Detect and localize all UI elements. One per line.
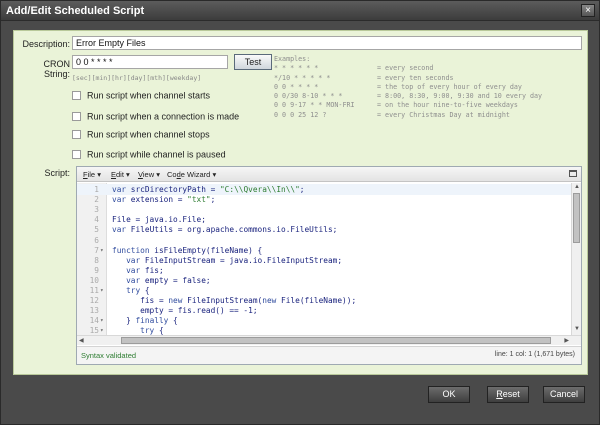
checkbox-label: Run script when a connection is made (87, 111, 240, 122)
horizontal-scrollbar[interactable]: ◀ ▶ (77, 335, 581, 345)
checkbox-label: Run script when channel stops (87, 129, 210, 140)
close-icon[interactable]: × (581, 4, 595, 17)
example-row: 0 0/30 8-10 * * * = 8:00, 8:30, 9:00, 9:3… (274, 92, 542, 101)
scroll-left-icon[interactable]: ◀ (79, 337, 84, 344)
example-row: */10 * * * * * = every ten seconds (274, 74, 542, 83)
example-expression: 0 0 9-17 * * MON-FRI (274, 101, 355, 110)
cron-examples: Examples: * * * * * * = every second */10… (274, 55, 542, 120)
description-label: Description: (22, 39, 70, 49)
line-number: 15 (89, 326, 99, 335)
scroll-down-icon[interactable]: ▼ (573, 326, 581, 334)
checkbox-box[interactable] (72, 112, 81, 122)
maximize-icon[interactable] (569, 170, 577, 177)
example-expression: 0 0 * * * * (274, 82, 319, 91)
cron-input[interactable]: 0 0 * * * * (72, 55, 228, 69)
example-expression: */10 * * * * * (274, 73, 331, 82)
checkbox-label: Run script when channel starts (87, 90, 211, 101)
code-line[interactable]: 15 ▾ try { (77, 325, 571, 335)
example-description: = 8:00, 8:30, 9:00, 9:30 and 10 every da… (377, 92, 543, 101)
menu-file[interactable]: File ▾ (83, 170, 101, 179)
dialog-title: Add/Edit Scheduled Script (6, 5, 145, 17)
example-row: * * * * * * = every second (274, 64, 542, 73)
editor-status-bar: Syntax validated line: 1 col: 1 (1,671 b… (77, 346, 581, 364)
example-row: 0 0 9-17 * * MON-FRI = on the hour nine-t… (274, 101, 542, 110)
example-description: = every Christmas Day at midnight (377, 110, 510, 119)
example-expression: * * * * * * (274, 64, 319, 73)
example-expression: 0 0/30 8-10 * * * (274, 92, 343, 101)
title-bar[interactable]: Add/Edit Scheduled Script × (1, 1, 599, 21)
script-label: Script: (44, 168, 70, 178)
fold-icon[interactable]: ▾ (100, 325, 104, 335)
scheduled-script-dialog: Add/Edit Scheduled Script × Description:… (0, 0, 600, 425)
example-description: = the top of every hour of every day (377, 82, 522, 91)
form-panel: Description: Error Empty Files CRON Stri… (13, 30, 588, 375)
checkbox-box[interactable] (72, 91, 81, 101)
checkbox-connection-made[interactable]: Run script when a connection is made (72, 111, 239, 122)
checkbox-box[interactable] (72, 130, 81, 140)
cancel-button[interactable]: Cancel (543, 386, 585, 403)
ok-button[interactable]: OK (428, 386, 470, 403)
vertical-scrollbar[interactable]: ▲ ▼ (571, 183, 581, 335)
test-button[interactable]: Test (234, 54, 272, 70)
checkbox-channel-starts[interactable]: Run script when channel starts (72, 90, 210, 101)
code-text: try { (140, 326, 164, 335)
description-input[interactable]: Error Empty Files (72, 36, 582, 50)
example-expression: 0 0 0 25 12 ? (274, 110, 327, 119)
example-row: 0 0 0 25 12 ? = every Christmas Day at mi… (274, 111, 542, 120)
script-editor: File ▾ Edit ▾ View ▾ Code Wizard ▾ 1 var … (76, 166, 582, 365)
scroll-up-icon[interactable]: ▲ (573, 184, 581, 192)
cron-format-hint: [sec][min][hr][day][mth][weekday] (72, 74, 202, 82)
menu-edit[interactable]: Edit ▾ (111, 170, 130, 179)
scroll-thumb[interactable] (573, 193, 580, 243)
example-row: 0 0 * * * * = the top of every hour of ev… (274, 83, 542, 92)
cursor-position: line: 1 col: 1 (1,671 bytes) (494, 351, 575, 358)
code-area[interactable]: 1 var srcDirectoryPath = "C:\\Qvera\\In\\… (77, 183, 571, 335)
scroll-right-icon[interactable]: ▶ (564, 337, 569, 344)
syntax-status: Syntax validated (81, 351, 137, 360)
checkbox-channel-stops[interactable]: Run script when channel stops (72, 129, 210, 140)
example-description: = on the hour nine-to-five weekdays (377, 101, 518, 110)
checkbox-channel-paused[interactable]: Run script while channel is paused (72, 149, 226, 160)
scroll-thumb[interactable] (121, 337, 551, 344)
reset-button[interactable]: Reset (487, 386, 529, 403)
examples-heading: Examples: (274, 55, 311, 63)
editor-menu-bar: File ▾ Edit ▾ View ▾ Code Wizard ▾ (77, 167, 581, 182)
checkbox-label: Run script while channel is paused (87, 149, 226, 160)
menu-view[interactable]: View ▾ (138, 170, 160, 179)
cron-label: CRON String: (43, 59, 71, 79)
menu-code-wizard[interactable]: Code Wizard ▾ (167, 170, 216, 179)
checkbox-box[interactable] (72, 150, 81, 160)
example-description: = every ten seconds (377, 73, 454, 82)
example-description: = every second (377, 64, 434, 73)
